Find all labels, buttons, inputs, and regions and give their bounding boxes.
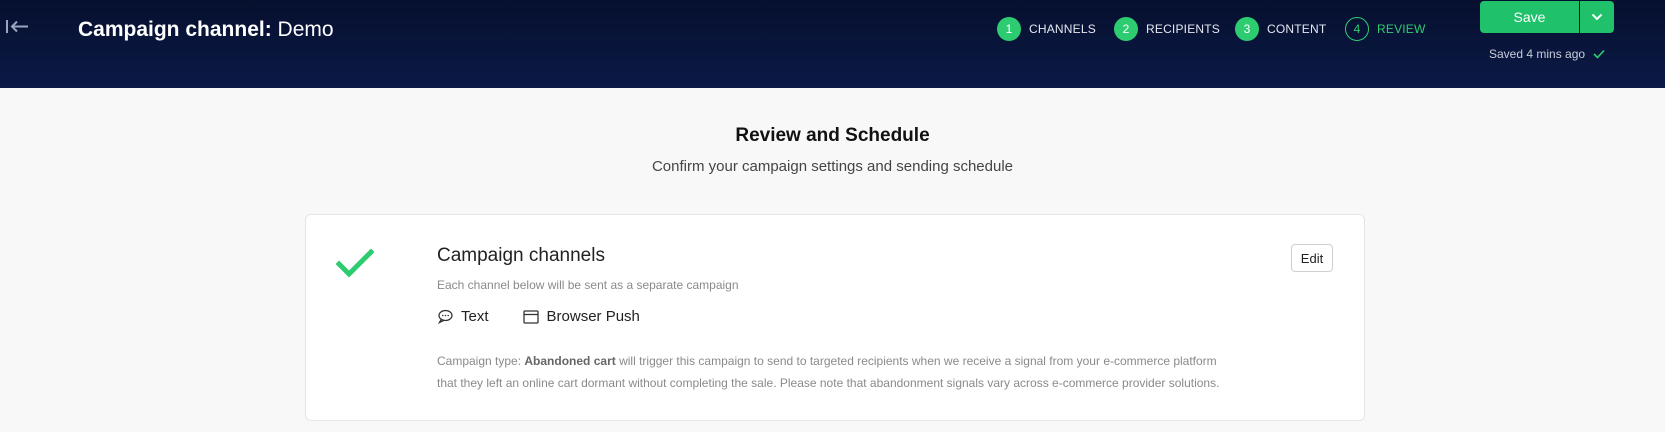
step-number: 4: [1345, 17, 1369, 41]
step-label: CONTENT: [1267, 22, 1327, 36]
browser-window-icon: [522, 309, 539, 324]
chevron-down-icon: [1591, 13, 1603, 21]
arrow-left-to-line-icon: [6, 20, 28, 33]
campaign-channels-card: Campaign channels Each channel below wil…: [305, 214, 1365, 421]
campaign-name: Demo: [277, 18, 334, 41]
save-options-dropdown[interactable]: [1580, 1, 1614, 33]
channel-label: Text: [461, 308, 489, 325]
step-recipients[interactable]: 2 RECIPIENTS: [1114, 17, 1220, 41]
top-header: Campaign channel: Demo 1 CHANNELS 2 RECI…: [0, 0, 1665, 88]
chat-bubble-icon: [437, 309, 453, 324]
edit-button[interactable]: Edit: [1291, 244, 1333, 272]
step-label: REVIEW: [1377, 22, 1426, 36]
section-heading: Review and Schedule: [735, 125, 930, 146]
step-label: CHANNELS: [1029, 22, 1096, 36]
step-content[interactable]: 3 CONTENT: [1235, 17, 1326, 41]
save-button[interactable]: Save: [1480, 1, 1579, 33]
save-button-group: Save: [1480, 1, 1614, 33]
step-channels[interactable]: 1 CHANNELS: [997, 17, 1096, 41]
saved-status-text: Saved 4 mins ago: [1489, 47, 1586, 61]
section-subheading: Confirm your campaign settings and sendi…: [651, 158, 1014, 175]
campaign-type-value: Abandoned cart: [524, 354, 616, 368]
step-number: 3: [1235, 17, 1259, 41]
card-title: Campaign channels: [437, 245, 605, 266]
desc-prefix: Campaign type:: [437, 354, 522, 368]
desc-line-2: that they left an online cart dormant wi…: [437, 376, 1220, 390]
step-label: RECIPIENTS: [1146, 22, 1221, 36]
channel-list: Text Browser Push: [437, 308, 674, 325]
saved-status: Saved 4 mins ago: [1489, 47, 1605, 61]
page-title: Campaign channel: Demo: [78, 17, 334, 43]
completed-check-icon: [335, 248, 375, 284]
channel-item-browser-push: Browser Push: [522, 308, 640, 325]
title-prefix: Campaign channel:: [78, 18, 272, 41]
checkmark-icon: [1593, 49, 1605, 59]
campaign-type-description: Campaign type: Abandoned cart will trigg…: [437, 350, 1277, 394]
card-subtitle: Each channel below will be sent as a sep…: [437, 278, 739, 292]
channel-item-text: Text: [437, 308, 489, 325]
desc-line-1: will trigger this campaign to send to ta…: [619, 354, 1217, 368]
step-review[interactable]: 4 REVIEW: [1345, 17, 1426, 41]
step-number: 1: [997, 17, 1021, 41]
channel-label: Browser Push: [546, 308, 640, 325]
collapse-back-button[interactable]: [4, 16, 30, 38]
step-number: 2: [1114, 17, 1138, 41]
